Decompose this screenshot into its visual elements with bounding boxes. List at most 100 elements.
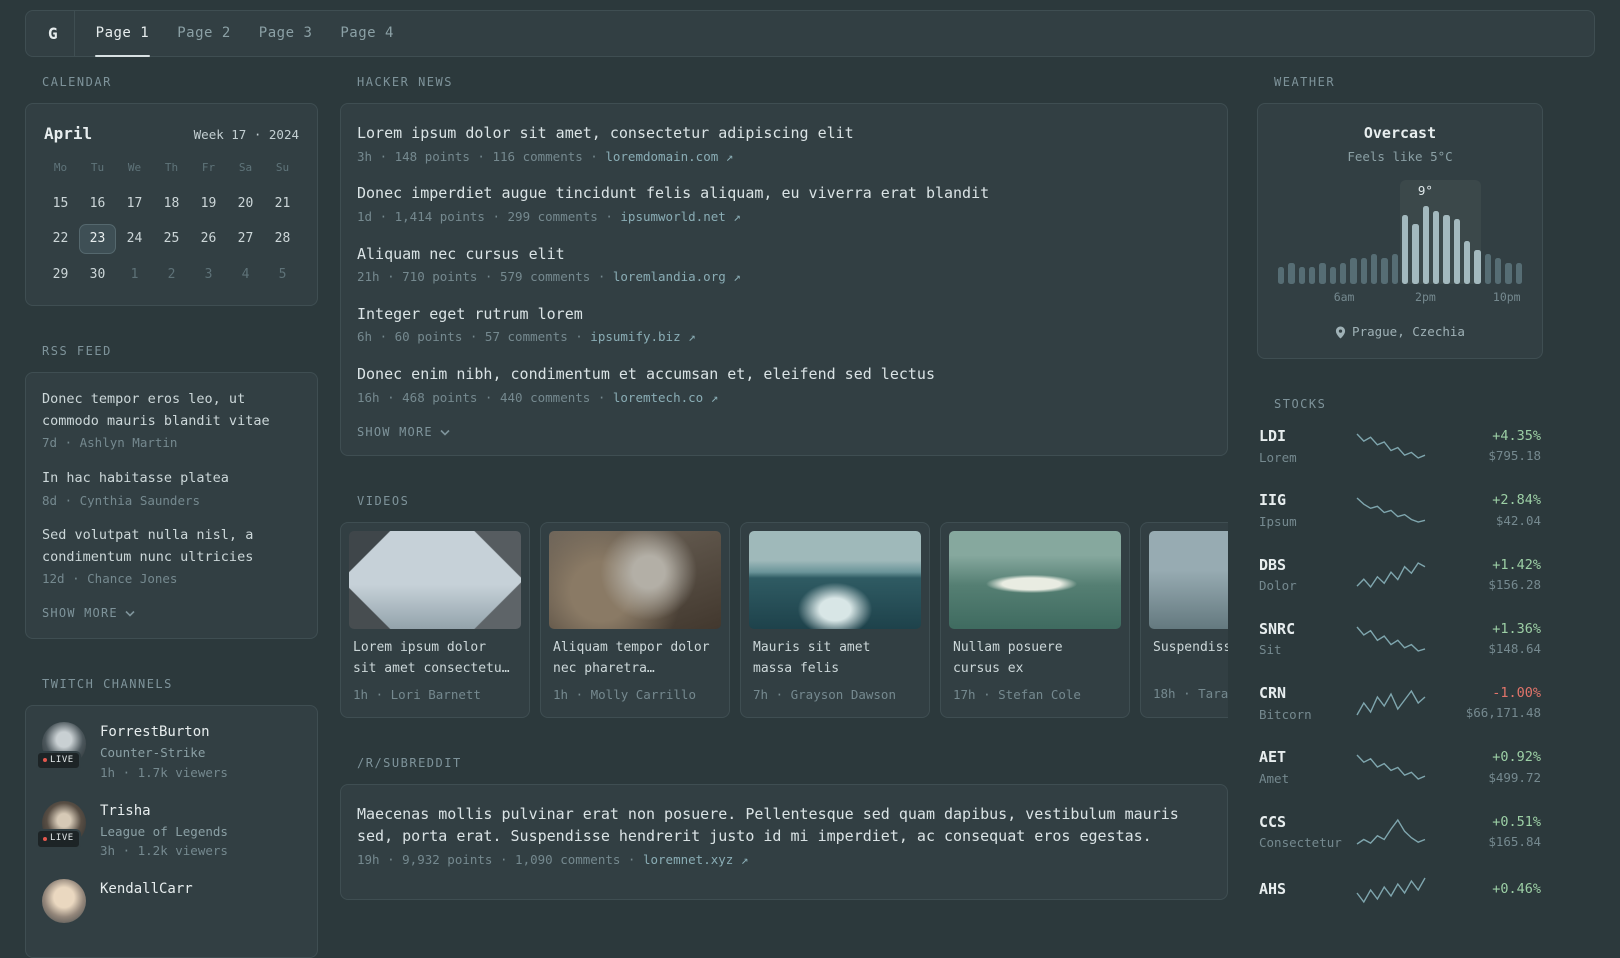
hn-story-domain[interactable]: loremdomain.com ↗ [605, 149, 733, 164]
weather-bar [1370, 253, 1378, 285]
calendar-week-year: Week 17 · 2024 [193, 127, 299, 142]
stock-row[interactable]: AET Amet +0.92% $499.72 [1257, 746, 1543, 788]
calendar-day: 2 [167, 266, 176, 282]
stock-row[interactable]: LDI Lorem +4.35% $795.18 [1257, 425, 1543, 467]
video-title: Aliquam tempor dolor nec pharetra… [553, 640, 710, 677]
weather-bar [1443, 214, 1450, 285]
hn-story-title[interactable]: Integer eget rutrum lorem [357, 303, 1211, 326]
stock-price: $795.18 [1488, 448, 1541, 464]
app-logo[interactable]: G [48, 11, 74, 56]
rss-item[interactable]: Sed volutpat nulla nisl, a condimentum n… [42, 525, 301, 589]
twitch-channel[interactable]: LIVE Trisha League of Legends 3h · 1.2k vie… [36, 800, 301, 862]
video-card[interactable]: Nullam posuere cursus ex 17h · Stefan Col… [940, 522, 1130, 718]
weather-bar [1432, 210, 1440, 285]
rss-item[interactable]: Donec tempor eros leo, ut commodo mauris… [42, 389, 301, 453]
rss-item[interactable]: In hac habitasse platea 8d · Cynthia Saun… [42, 468, 301, 510]
video-card[interactable]: Lorem ipsum dolor sit amet consectetu… 1h… [340, 522, 530, 718]
reddit-story-title[interactable]: Maecenas mollis pulvinar erat non posuer… [357, 803, 1211, 848]
video-thumbnail [949, 531, 1121, 630]
top-nav: G Page 1 Page 2 Page 3 Page 4 [25, 10, 1595, 57]
avatar-image [42, 879, 86, 924]
section-title-stocks: Stocks [1274, 397, 1327, 411]
show-more-label: SHOW MORE [357, 425, 433, 440]
weather-widget: Weather Overcast Feels like 5°C 9° 6am 2p… [1257, 73, 1543, 359]
video-thumbnail [349, 531, 521, 630]
tab-page-3[interactable]: Page 3 [258, 11, 314, 56]
stock-values: -1.00% $66,171.48 [1427, 683, 1541, 723]
stock-price: $165.84 [1488, 833, 1541, 849]
video-title: Mauris sit amet massa felis [753, 640, 871, 677]
channel-name[interactable]: KendallCarr [100, 879, 193, 900]
video-thumbnail [549, 531, 721, 630]
stock-name: Bitcorn [1259, 706, 1312, 722]
stock-symbol: AET [1259, 748, 1287, 767]
hackernews-widget: Hacker News Lorem ipsum dolor sit amet, … [340, 73, 1228, 457]
calendar-day-header: Su [275, 161, 290, 174]
stock-row[interactable]: CRN Bitcorn -1.00% $66,171.48 [1257, 682, 1543, 724]
twitch-channel[interactable]: LIVE ForrestBurton Counter-Strike 1h · 1.7k… [36, 722, 301, 783]
hn-story-stats: 6h · 60 points · 57 comments · [357, 329, 591, 345]
twitch-widget: Twitch Channels LIVE ForrestBurton Counter… [25, 675, 318, 958]
stock-name: Dolor [1259, 578, 1297, 593]
stock-row[interactable]: IIG Ipsum +2.84% $42.04 [1257, 489, 1543, 531]
stock-price: $66,171.48 [1465, 705, 1541, 721]
hn-story-title[interactable]: Lorem ipsum dolor sit amet, consectetur … [357, 122, 1211, 145]
hn-story-title[interactable]: Donec enim nibh, condimentum et accumsan… [357, 363, 1211, 386]
hn-story: Lorem ipsum dolor sit amet, consectetur … [357, 122, 1211, 166]
weather-bar [1278, 266, 1285, 285]
calendar-day: 4 [241, 266, 250, 282]
live-badge: LIVE [36, 750, 81, 771]
calendar-day-header: Sa [238, 161, 253, 174]
hn-story-domain[interactable]: loremlandia.org ↗ [613, 269, 741, 284]
video-meta: 17h · Stefan Cole [953, 686, 1081, 702]
calendar-day: 29 [52, 266, 69, 282]
hn-story-title[interactable]: Aliquam nec cursus elit [357, 243, 1211, 266]
hn-story-title[interactable]: Donec imperdiet augue tincidunt felis al… [357, 182, 1211, 205]
tab-page-2[interactable]: Page 2 [176, 11, 232, 56]
calendar-day: 24 [126, 231, 143, 246]
stock-change: +0.92% [1492, 749, 1541, 766]
tab-page-1[interactable]: Page 1 [94, 11, 151, 57]
reddit-story-domain[interactable]: loremnet.xyz ↗ [643, 852, 748, 867]
calendar-day: 19 [200, 195, 217, 211]
avatar: LIVE [36, 722, 86, 771]
weather-feels-like: Feels like 5°C [1347, 148, 1453, 164]
rss-show-more-button[interactable]: SHOW MORE [42, 604, 135, 622]
hn-story-stats: 3h · 148 points · 116 comments · [357, 148, 606, 164]
stock-row[interactable]: CCS Consectetur +0.51% $165.84 [1257, 811, 1543, 853]
stock-row[interactable]: SNRC Sit +1.36% $148.64 [1257, 618, 1543, 660]
calendar-day-header: Tu [90, 161, 105, 174]
video-card[interactable]: Aliquam tempor dolor nec pharetra… 1h · M… [540, 522, 730, 718]
weather-bar [1515, 262, 1522, 285]
left-column: Calendar April Week 17 · 2024 Mo Tu We Th Fr… [25, 73, 318, 958]
stock-symbol: LDI [1259, 427, 1287, 445]
weather-bar [1505, 262, 1512, 285]
hn-story-domain[interactable]: loremtech.co ↗ [613, 390, 718, 405]
video-card[interactable]: Suspendisse diam 18h · Tara [1140, 522, 1228, 718]
twitch-channel[interactable]: KendallCarr [42, 879, 301, 924]
stock-row[interactable]: AHS +0.46% [1257, 875, 1543, 905]
hackernews-show-more-button[interactable]: SHOW MORE [357, 423, 450, 441]
section-title-videos: Videos [357, 494, 410, 509]
weather-bar [1350, 258, 1357, 285]
section-title-subreddit: /r/subreddit [357, 755, 462, 770]
stock-change: +0.46% [1492, 881, 1541, 898]
weather-bar [1463, 240, 1471, 285]
stock-change: +1.36% [1492, 620, 1541, 637]
video-row[interactable]: Lorem ipsum dolor sit amet consectetu… 1h… [340, 522, 1228, 718]
channel-name[interactable]: ForrestBurton [100, 722, 228, 743]
video-card[interactable]: Mauris sit amet massa felis 7h · Grayson … [740, 522, 930, 718]
stock-change: +4.35% [1492, 428, 1541, 445]
stock-sparkline [1356, 754, 1426, 781]
hn-story-domain[interactable]: ipsumworld.net ↗ [620, 209, 740, 224]
channel-name[interactable]: Trisha [100, 801, 228, 822]
channel-info: Trisha League of Legends 3h · 1.2k viewers [100, 801, 228, 862]
twitch-channel-list: LIVE ForrestBurton Counter-Strike 1h · 1.7k… [36, 722, 301, 924]
hn-story-domain[interactable]: ipsumify.biz ↗ [590, 329, 695, 344]
stock-symbol: CCS [1259, 812, 1287, 831]
chevron-down-icon [440, 429, 450, 436]
middle-column: Hacker News Lorem ipsum dolor sit amet, … [340, 73, 1228, 901]
stock-row[interactable]: DBS Dolor +1.42% $156.28 [1257, 554, 1543, 596]
calendar-day: 20 [237, 195, 254, 211]
tab-page-4[interactable]: Page 4 [339, 11, 395, 56]
